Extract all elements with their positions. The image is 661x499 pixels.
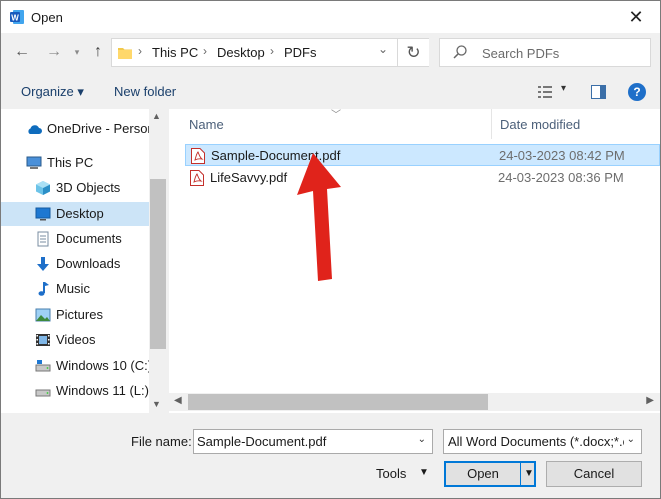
close-icon[interactable]: ✕ — [622, 5, 650, 29]
file-name-label: File name: — [131, 434, 192, 449]
word-icon: W — [10, 10, 24, 24]
sidebar-item-windows-10-c[interactable]: Windows 10 (C:) — [1, 354, 153, 378]
sidebar-item-label: Documents — [56, 231, 122, 246]
preview-pane-icon[interactable] — [591, 85, 606, 99]
file-list: ﹀ Name Date modified Sample-Document.pdf… — [169, 109, 660, 413]
sidebar-item-label: Music — [56, 281, 90, 296]
tools-menu[interactable]: Tools — [376, 466, 406, 481]
file-name-field[interactable]: Sample-Document.pdf ⌄ — [193, 429, 433, 454]
chevron-down-icon[interactable]: ⌄ — [627, 434, 635, 445]
sidebar-item-this-pc[interactable]: This PC — [1, 151, 149, 175]
breadcrumb-this-pc[interactable]: This PC — [152, 45, 198, 60]
desktop-icon — [35, 207, 51, 221]
svg-text:W: W — [11, 14, 19, 23]
sidebar-item-label: Pictures — [56, 307, 103, 322]
search-icon — [453, 45, 467, 59]
cancel-button[interactable]: Cancel — [546, 461, 642, 487]
sidebar-item-label: Desktop — [56, 206, 104, 221]
sidebar-item-label: Windows 10 (C:) — [56, 358, 153, 373]
file-name-value: Sample-Document.pdf — [197, 434, 327, 449]
breadcrumb-separator: › — [138, 44, 142, 58]
breadcrumb-desktop[interactable]: Desktop — [217, 45, 265, 60]
pdf-file-icon — [190, 170, 204, 186]
column-divider[interactable] — [491, 109, 492, 139]
breadcrumb-pdfs[interactable]: PDFs — [284, 45, 317, 60]
view-dropdown-icon[interactable]: ▾ — [561, 83, 566, 94]
cube-icon — [36, 181, 50, 195]
breadcrumb-separator: › — [203, 44, 207, 58]
view-details-icon[interactable] — [538, 85, 552, 99]
scrollbar-thumb[interactable] — [188, 394, 488, 410]
window-title: Open — [31, 10, 63, 25]
cloud-icon — [28, 125, 42, 134]
up-button[interactable]: ↑ — [87, 41, 109, 63]
scrollbar-thumb[interactable] — [150, 179, 166, 349]
open-button-label: Open — [467, 466, 499, 481]
file-row[interactable]: LifeSavvy.pdf 24-03-2023 08:36 PM — [185, 167, 660, 189]
sidebar-item-pictures[interactable]: Pictures — [1, 303, 149, 327]
sidebar-item-label: OneDrive - Person — [47, 121, 155, 136]
music-icon — [38, 282, 49, 296]
red-arrow-annotation — [297, 153, 341, 281]
split-divider — [520, 463, 521, 485]
search-placeholder: Search PDFs — [482, 46, 560, 61]
file-type-filter[interactable]: All Word Documents (*.docx;*.c ⌄ — [443, 429, 642, 454]
new-folder-button[interactable]: New folder — [114, 84, 176, 99]
chevron-down-icon[interactable]: ⌄ — [418, 434, 426, 445]
file-name: LifeSavvy.pdf — [210, 170, 288, 185]
sidebar-item-onedrive[interactable]: OneDrive - Person — [1, 117, 155, 141]
computer-icon — [26, 156, 42, 169]
sidebar-item-music[interactable]: Music — [1, 277, 149, 301]
navigation-scrollbar[interactable]: ▲ ▼ — [149, 109, 167, 413]
address-bar[interactable]: › This PC › Desktop › PDFs ⌄ — [111, 38, 429, 67]
sidebar-item-label: Windows 11 (L:) — [56, 383, 149, 398]
scroll-left-icon[interactable]: ◀ — [174, 395, 182, 406]
drive-icon — [35, 360, 51, 372]
folder-icon — [118, 48, 132, 59]
videos-icon — [36, 334, 50, 346]
title-bar: W Open ✕ — [1, 1, 660, 33]
sidebar-item-label: Downloads — [56, 256, 121, 271]
documents-icon — [37, 231, 49, 247]
pdf-file-icon — [191, 148, 205, 164]
file-type-value: All Word Documents (*.docx;*.c — [448, 434, 624, 449]
column-header-name[interactable]: Name — [189, 117, 224, 132]
navigation-pane: OneDrive - Person This PC 3D Objects Des… — [1, 109, 167, 413]
drive-icon — [35, 389, 51, 397]
download-icon — [37, 257, 49, 271]
command-bar: Organize ▾ New folder ▾ ? — [1, 75, 660, 109]
forward-button[interactable]: → — [43, 41, 65, 63]
sidebar-item-label: 3D Objects — [56, 180, 121, 195]
back-button[interactable]: ← — [11, 41, 33, 63]
file-date: 24-03-2023 08:36 PM — [498, 170, 624, 185]
sidebar-item-label: This PC — [47, 155, 94, 170]
open-dialog: W Open ✕ ← → ▾ ↑ › This PC › Desktop › P… — [0, 0, 661, 499]
sidebar-item-3d-objects[interactable]: 3D Objects — [1, 176, 149, 200]
sidebar-item-documents[interactable]: Documents — [1, 227, 149, 251]
scroll-down-icon[interactable]: ▼ — [152, 399, 161, 409]
open-options-dropdown-icon[interactable]: ▼ — [524, 463, 534, 485]
horizontal-scrollbar[interactable]: ◀ ▶ — [169, 393, 660, 411]
file-date: 24-03-2023 08:42 PM — [499, 148, 625, 163]
sidebar-item-label: Videos — [56, 332, 96, 347]
address-dropdown-icon[interactable]: ⌄ — [378, 42, 388, 56]
sidebar-item-videos[interactable]: Videos — [1, 328, 149, 352]
pictures-icon — [35, 308, 51, 322]
search-box[interactable]: Search PDFs — [439, 38, 651, 67]
breadcrumb-separator: › — [270, 44, 274, 58]
column-header-date-modified[interactable]: Date modified — [500, 117, 580, 132]
refresh-button[interactable]: ↻ — [397, 39, 429, 66]
sort-caret-icon: ﹀ — [331, 110, 341, 121]
sidebar-item-downloads[interactable]: Downloads — [1, 252, 149, 276]
open-button[interactable]: Open ▼ — [444, 461, 536, 487]
sidebar-item-desktop[interactable]: Desktop — [1, 202, 149, 226]
file-row[interactable]: Sample-Document.pdf 24-03-2023 08:42 PM — [185, 144, 660, 166]
sidebar-item-windows-11-l[interactable]: Windows 11 (L:) — [1, 379, 149, 403]
scroll-up-icon[interactable]: ▲ — [152, 111, 161, 121]
help-icon[interactable]: ? — [628, 83, 646, 101]
recent-locations-chevron-icon[interactable]: ▾ — [66, 41, 88, 63]
scroll-right-icon[interactable]: ▶ — [646, 395, 654, 406]
organize-menu[interactable]: Organize ▾ — [21, 84, 84, 100]
tools-dropdown-icon[interactable]: ▼ — [419, 467, 429, 478]
